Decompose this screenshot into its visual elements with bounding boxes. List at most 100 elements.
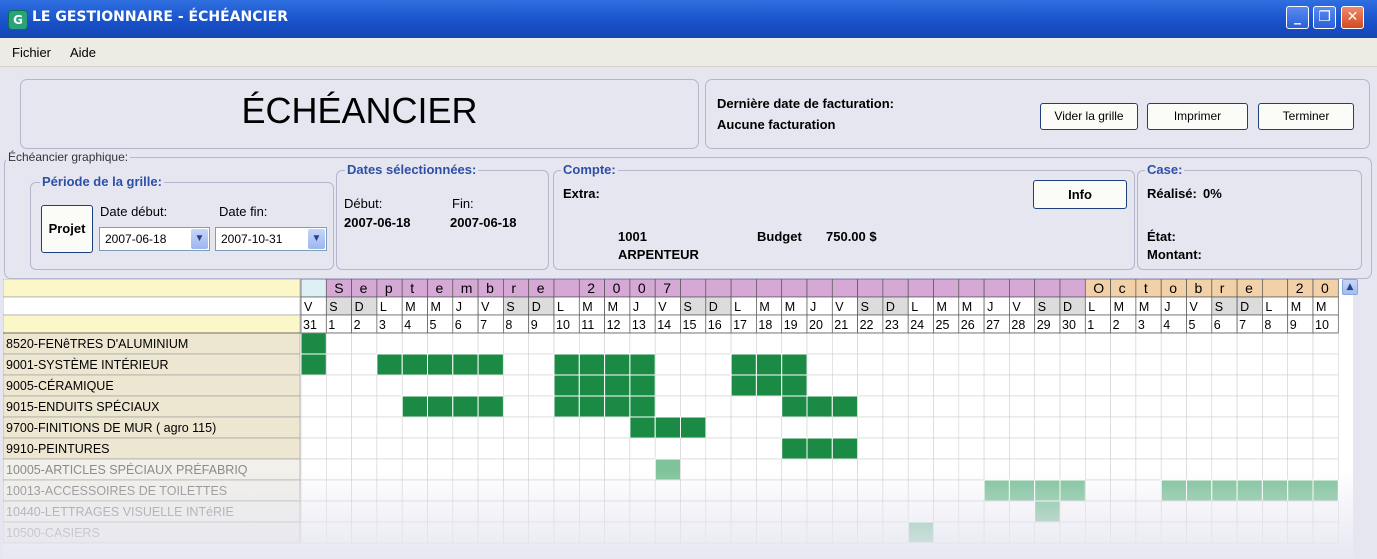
schedule-cell[interactable]	[503, 416, 529, 439]
schedule-cell[interactable]	[1211, 437, 1238, 460]
schedule-cell[interactable]	[1059, 458, 1086, 481]
schedule-cell[interactable]	[376, 500, 403, 523]
schedule-cell[interactable]	[907, 416, 934, 439]
schedule-cell[interactable]	[958, 458, 985, 481]
schedule-cell[interactable]	[882, 521, 909, 544]
schedule-cell[interactable]	[325, 521, 352, 544]
schedule-cell[interactable]	[1262, 458, 1289, 481]
schedule-cell[interactable]	[680, 374, 707, 397]
schedule-cell[interactable]	[1110, 332, 1137, 355]
schedule-grid-canvas[interactable]: Se p t e m b r e 2 0 0 7 Oc t o b r e 2 0V S D L M M J V S D L M M J V S D L…	[3, 279, 1353, 559]
schedule-cell[interactable]	[1034, 374, 1061, 397]
schedule-cell[interactable]	[1110, 500, 1137, 523]
schedule-cell[interactable]	[325, 332, 352, 355]
schedule-cell[interactable]	[1160, 353, 1187, 376]
schedule-cell[interactable]	[705, 353, 732, 376]
schedule-cell[interactable]	[907, 374, 934, 397]
schedule-cell[interactable]	[680, 500, 707, 523]
schedule-cell[interactable]	[376, 332, 403, 355]
schedule-cell[interactable]	[1236, 353, 1263, 376]
schedule-cell-filled[interactable]	[1059, 479, 1086, 502]
schedule-cell[interactable]	[1312, 353, 1339, 376]
schedule-cell[interactable]	[806, 521, 833, 544]
schedule-cell[interactable]	[1059, 521, 1086, 544]
schedule-cell[interactable]	[705, 500, 732, 523]
schedule-cell[interactable]	[756, 416, 783, 439]
schedule-cell[interactable]	[528, 458, 555, 481]
schedule-cell[interactable]	[325, 479, 352, 502]
schedule-cell[interactable]	[1287, 437, 1314, 460]
schedule-cell[interactable]	[528, 374, 555, 397]
schedule-cell[interactable]	[958, 374, 985, 397]
schedule-cell[interactable]	[1236, 374, 1263, 397]
schedule-cell[interactable]	[300, 374, 327, 397]
schedule-cell[interactable]	[528, 353, 555, 376]
schedule-cell-filled[interactable]	[1287, 479, 1314, 502]
schedule-cell[interactable]	[857, 458, 884, 481]
schedule-cell[interactable]	[1085, 437, 1111, 460]
schedule-cell[interactable]	[427, 374, 454, 397]
schedule-cell[interactable]	[1009, 353, 1036, 376]
schedule-cell[interactable]	[654, 374, 681, 397]
schedule-cell-filled[interactable]	[427, 353, 454, 376]
schedule-cell[interactable]	[1009, 458, 1036, 481]
schedule-cell[interactable]	[1312, 374, 1339, 397]
schedule-cell[interactable]	[1262, 437, 1289, 460]
schedule-cell[interactable]	[553, 437, 580, 460]
schedule-cell[interactable]	[1186, 416, 1213, 439]
schedule-cell[interactable]	[781, 479, 808, 502]
schedule-cell[interactable]	[351, 458, 378, 481]
schedule-cell[interactable]	[351, 332, 378, 355]
schedule-cell[interactable]	[1160, 458, 1187, 481]
schedule-cell[interactable]	[857, 437, 884, 460]
schedule-cell[interactable]	[983, 353, 1010, 376]
schedule-cell-filled[interactable]	[452, 353, 479, 376]
restore-button[interactable]: ❐	[1313, 6, 1336, 29]
schedule-cell[interactable]	[831, 416, 858, 439]
chevron-down-icon[interactable]: ▼	[308, 229, 325, 249]
schedule-cell-filled[interactable]	[1160, 479, 1187, 502]
schedule-cell[interactable]	[756, 395, 783, 418]
schedule-cell[interactable]	[503, 521, 529, 544]
schedule-cell[interactable]	[857, 353, 884, 376]
schedule-cell[interactable]	[1160, 374, 1187, 397]
schedule-cell[interactable]	[401, 332, 428, 355]
schedule-cell[interactable]	[629, 521, 656, 544]
schedule-cell[interactable]	[1085, 458, 1111, 481]
schedule-cell[interactable]	[654, 500, 681, 523]
schedule-cell[interactable]	[1085, 353, 1111, 376]
schedule-cell[interactable]	[528, 521, 555, 544]
schedule-cell[interactable]	[477, 521, 504, 544]
schedule-cell[interactable]	[705, 479, 732, 502]
schedule-cell[interactable]	[958, 353, 985, 376]
schedule-cell[interactable]	[1085, 479, 1111, 502]
schedule-cell[interactable]	[401, 458, 428, 481]
schedule-cell[interactable]	[452, 437, 479, 460]
schedule-cell[interactable]	[629, 437, 656, 460]
schedule-cell[interactable]	[351, 521, 378, 544]
schedule-cell-filled[interactable]	[680, 416, 707, 439]
schedule-cell[interactable]	[933, 395, 960, 418]
schedule-cell[interactable]	[831, 521, 858, 544]
schedule-cell[interactable]	[376, 374, 403, 397]
schedule-cell[interactable]	[1160, 437, 1187, 460]
schedule-cell-filled[interactable]	[654, 458, 682, 481]
schedule-cell[interactable]	[325, 395, 352, 418]
schedule-cell[interactable]	[477, 458, 504, 481]
schedule-cell[interactable]	[983, 458, 1010, 481]
schedule-cell[interactable]	[300, 500, 327, 523]
chevron-down-icon[interactable]: ▼	[191, 229, 208, 249]
schedule-cell[interactable]	[1186, 353, 1213, 376]
schedule-cell[interactable]	[401, 479, 428, 502]
schedule-cell[interactable]	[1110, 479, 1137, 502]
schedule-cell[interactable]	[1211, 353, 1238, 376]
schedule-cell[interactable]	[1135, 437, 1162, 460]
schedule-cell[interactable]	[578, 521, 605, 544]
schedule-cell[interactable]	[907, 479, 934, 502]
schedule-cell-filled[interactable]	[1211, 479, 1238, 502]
schedule-cell[interactable]	[1236, 521, 1263, 544]
schedule-cell-filled[interactable]	[578, 374, 606, 397]
schedule-cell[interactable]	[907, 395, 934, 418]
schedule-cell[interactable]	[376, 458, 403, 481]
schedule-cell[interactable]	[452, 332, 479, 355]
